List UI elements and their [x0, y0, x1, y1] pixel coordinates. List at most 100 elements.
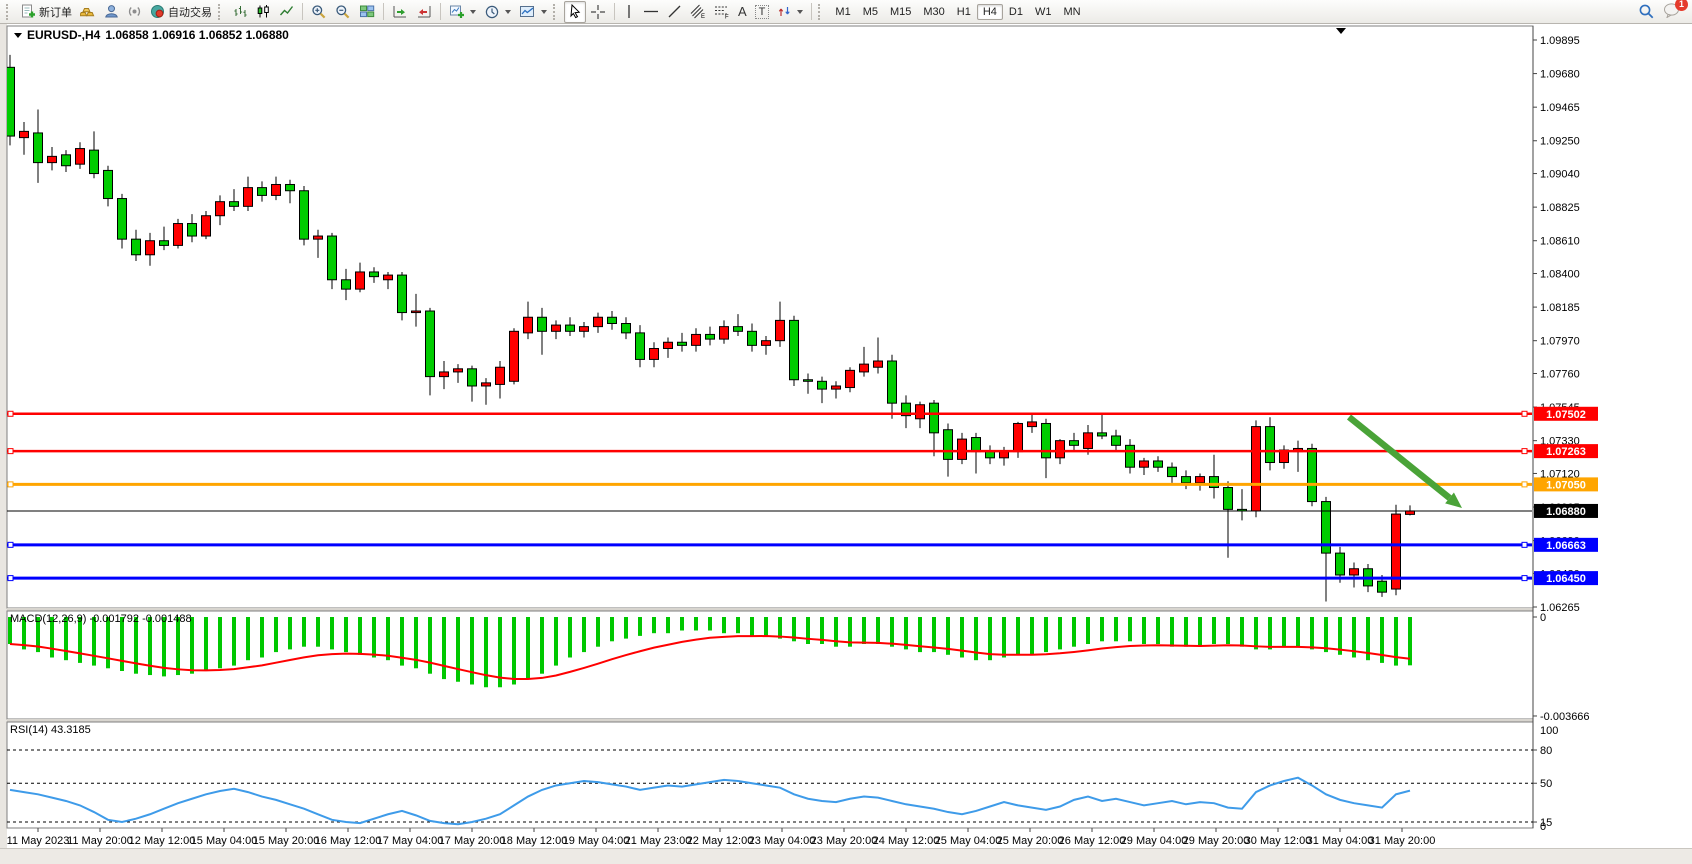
- tile-windows-button[interactable]: [355, 1, 379, 23]
- macd-indicator-label: MACD(12,26,9) -0.001792 -0.001488: [10, 613, 192, 625]
- time-axis-label: 12 May 12:00: [129, 835, 196, 847]
- channel-button[interactable]: E: [686, 1, 710, 23]
- price-badge-label: 1.07263: [1546, 446, 1586, 458]
- vertical-line-icon: [623, 4, 635, 19]
- candle-body: [944, 430, 953, 460]
- zoom-out-button[interactable]: [331, 1, 355, 23]
- price-axis-label: 1.09895: [1540, 35, 1580, 47]
- chart-canvas[interactable]: 1.098951.096801.094651.092501.090401.088…: [0, 24, 1692, 863]
- signal-button[interactable]: [123, 1, 146, 23]
- search-icon[interactable]: [1638, 3, 1655, 20]
- candle-body: [678, 342, 687, 345]
- bar-chart-icon: [233, 4, 248, 19]
- candle-body: [818, 381, 827, 389]
- timeframe-button-mn[interactable]: MN: [1057, 4, 1086, 20]
- candle-body: [398, 275, 407, 312]
- autotrade-button[interactable]: 自动交易: [146, 1, 216, 23]
- horizontal-line-icon: [643, 4, 659, 19]
- candle-body: [468, 369, 477, 386]
- candle-body: [300, 191, 309, 239]
- hline-handle[interactable]: [1522, 449, 1527, 454]
- autoscroll-button[interactable]: [388, 1, 412, 23]
- periods-button[interactable]: [480, 1, 515, 23]
- new-order-label: 新订单: [39, 4, 72, 20]
- candle-body: [1070, 441, 1079, 446]
- time-axis-label: 15 May 20:00: [253, 835, 320, 847]
- hline-handle[interactable]: [1522, 542, 1527, 547]
- arrows-tool-button[interactable]: [773, 1, 807, 23]
- timeframe-button-d1[interactable]: D1: [1003, 4, 1029, 20]
- candle-body: [594, 317, 603, 326]
- timeframe-button-w1[interactable]: W1: [1029, 4, 1058, 20]
- time-axis-label: 17 May 20:00: [439, 835, 506, 847]
- candle-body: [566, 325, 575, 331]
- hline-handle[interactable]: [8, 449, 13, 454]
- candle-body: [454, 369, 463, 372]
- chart-window[interactable]: 1.098951.096801.094651.092501.090401.088…: [0, 24, 1692, 863]
- timeframe-button-m5[interactable]: M5: [857, 4, 884, 20]
- cursor-button[interactable]: [564, 1, 586, 23]
- fibonacci-button[interactable]: F: [710, 1, 734, 23]
- line-chart-icon: [279, 4, 294, 19]
- bar-chart-button[interactable]: [229, 1, 252, 23]
- candle-body: [1098, 433, 1107, 436]
- price-axis-label: 1.08185: [1540, 302, 1580, 314]
- toolbar-separator: [383, 3, 384, 20]
- candle-body: [958, 439, 967, 459]
- candle-body: [846, 370, 855, 387]
- candle-body: [1350, 569, 1359, 575]
- vertical-line-button[interactable]: [619, 1, 639, 23]
- hline-handle[interactable]: [8, 576, 13, 581]
- timeframe-button-m30[interactable]: M30: [917, 4, 950, 20]
- profile-button[interactable]: [100, 1, 123, 23]
- dropdown-caret: [505, 10, 511, 14]
- symbol-ohlc-line: EURUSD-,H4 1.06858 1.06916 1.06852 1.068…: [14, 28, 289, 42]
- hline-handle[interactable]: [8, 542, 13, 547]
- candle-body: [650, 348, 659, 359]
- time-axis-label: 25 May 04:00: [935, 835, 1002, 847]
- text-label-button[interactable]: T: [751, 1, 774, 23]
- candle-body: [1252, 427, 1261, 511]
- text-button[interactable]: A: [734, 1, 751, 23]
- candle-body: [748, 331, 757, 345]
- crosshair-button[interactable]: [586, 1, 610, 23]
- line-chart-button[interactable]: [275, 1, 298, 23]
- candle-body: [426, 311, 435, 377]
- indicators-button[interactable]: [445, 1, 480, 23]
- candle-body: [1154, 461, 1163, 467]
- rsi-pane: [7, 722, 1533, 828]
- templates-button[interactable]: [515, 1, 551, 23]
- candle-body: [356, 272, 365, 289]
- chart-shift-button[interactable]: [412, 1, 436, 23]
- hline-handle[interactable]: [8, 482, 13, 487]
- candle-body: [860, 364, 869, 372]
- candle-body: [440, 372, 449, 377]
- timeframe-button-m15[interactable]: M15: [884, 4, 917, 20]
- trendline-button[interactable]: [663, 1, 686, 23]
- notifications-button[interactable]: 1: [1663, 2, 1682, 21]
- hline-handle[interactable]: [1522, 482, 1527, 487]
- tile-windows-icon: [359, 4, 375, 19]
- candle-body: [1266, 427, 1275, 463]
- horizontal-line-button[interactable]: [639, 1, 663, 23]
- timeframe-button-h4[interactable]: H4: [977, 4, 1003, 20]
- candle-body: [48, 156, 57, 162]
- zoom-in-button[interactable]: [307, 1, 331, 23]
- chevron-down-icon[interactable]: [14, 33, 22, 38]
- gold-button[interactable]: [76, 1, 100, 23]
- hline-handle[interactable]: [1522, 411, 1527, 416]
- price-badge-label: 1.07502: [1546, 409, 1586, 421]
- dropdown-caret: [470, 10, 476, 14]
- candlestick-button[interactable]: [252, 1, 275, 23]
- time-axis-label: 23 May 04:00: [749, 835, 816, 847]
- hline-handle[interactable]: [1522, 576, 1527, 581]
- timeframe-button-m1[interactable]: M1: [829, 4, 856, 20]
- candle-body: [1056, 441, 1065, 458]
- price-axis-label: 1.08400: [1540, 269, 1580, 281]
- new-order-button[interactable]: 新订单: [17, 1, 76, 23]
- candle-body: [1014, 423, 1023, 451]
- notification-badge: 1: [1675, 0, 1688, 11]
- rsi-axis-label: 80: [1540, 745, 1552, 757]
- hline-handle[interactable]: [8, 411, 13, 416]
- timeframe-button-h1[interactable]: H1: [951, 4, 977, 20]
